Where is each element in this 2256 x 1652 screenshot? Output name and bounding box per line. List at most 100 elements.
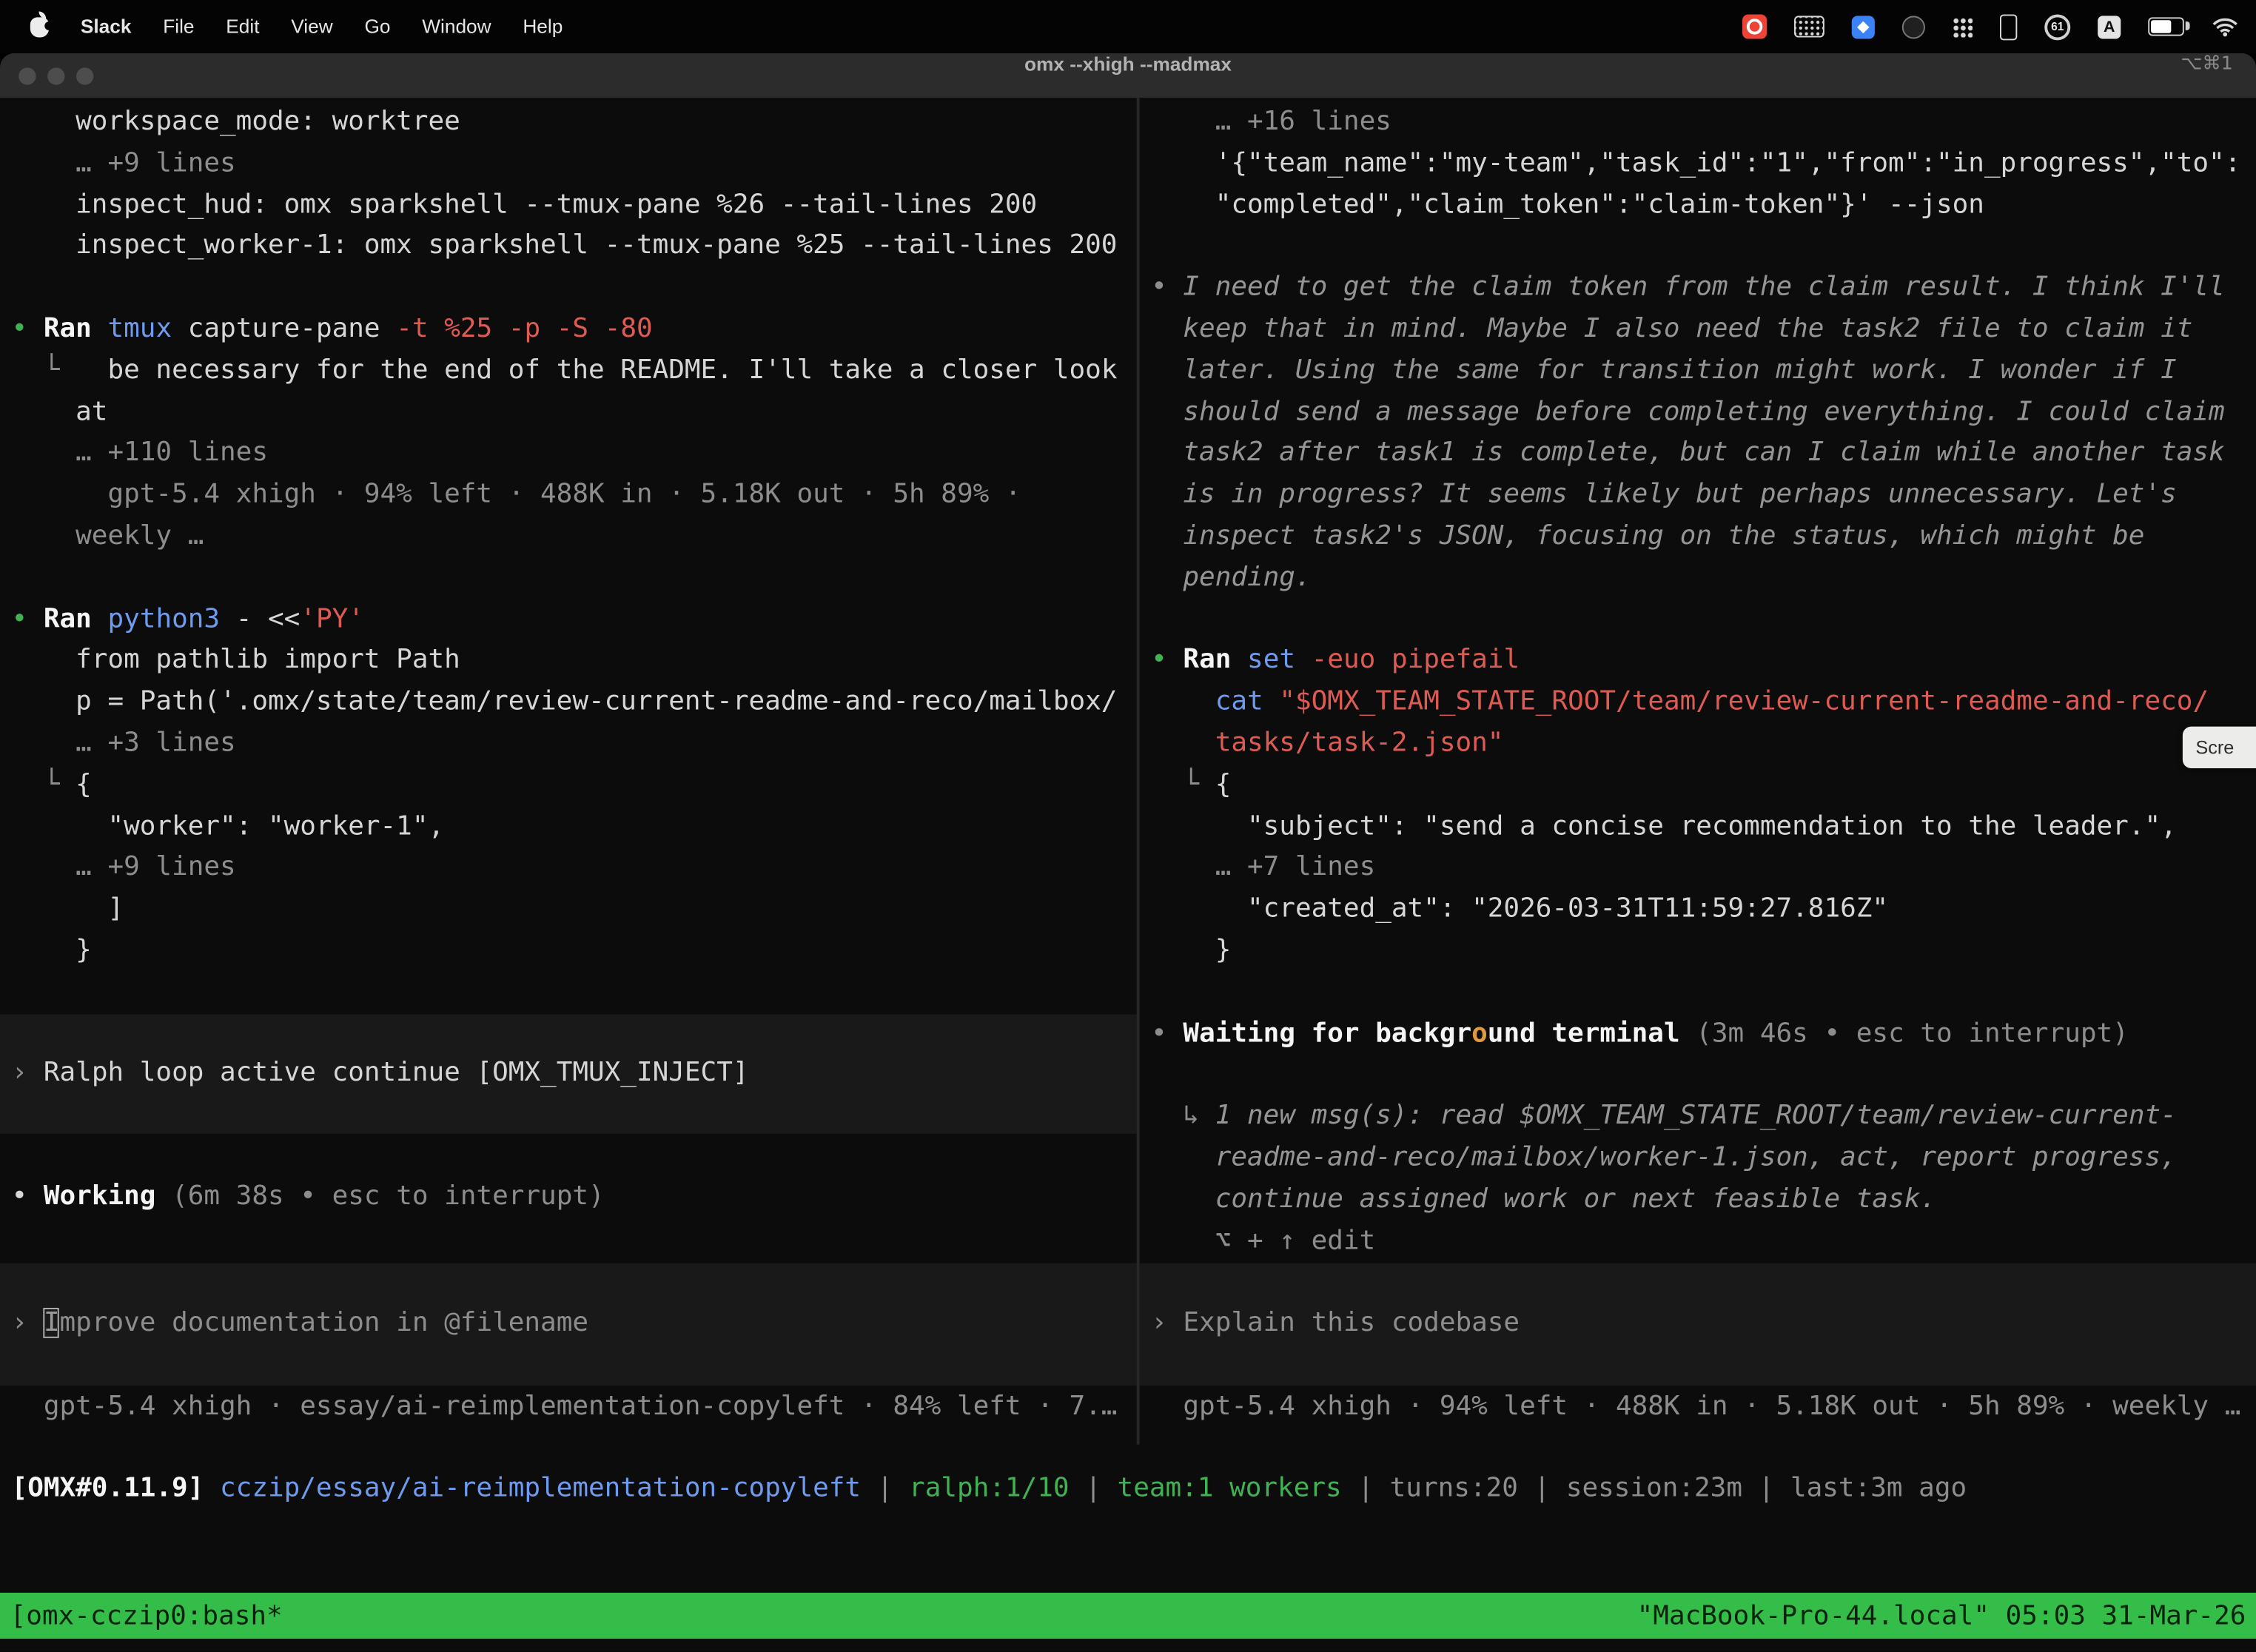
left-prompt-input[interactable]: › Improve documentation in @filename bbox=[0, 1263, 1137, 1386]
terminal-line: should send a message before completing … bbox=[1151, 392, 2255, 434]
text-segment: I bbox=[44, 1308, 60, 1338]
text-segment: "worker": "worker-1", bbox=[12, 810, 445, 841]
text-segment: … +110 lines bbox=[12, 438, 268, 469]
right-terminal-pane[interactable]: … +16 lines '{"team_name":"my-team","tas… bbox=[1140, 98, 2256, 1444]
terminal-line: gpt-5.4 xhigh · 94% left · 488K in · 5.1… bbox=[12, 475, 1135, 517]
text-segment: gpt-5.4 xhigh · 94% left · 488K in · 5.1… bbox=[12, 480, 1021, 510]
apps-grid-icon[interactable] bbox=[1953, 16, 1973, 36]
text-segment: … +9 lines bbox=[12, 148, 236, 178]
phone-mirroring-icon[interactable] bbox=[2000, 13, 2017, 39]
terminal-line: "worker": "worker-1", bbox=[12, 807, 1135, 848]
text-segment: '{"team_name":"my-team","task_id":"1","f… bbox=[1151, 148, 2240, 178]
terminal-line: inspect_worker-1: omx sparkshell --tmux-… bbox=[12, 226, 1135, 268]
text-segment: • bbox=[1151, 645, 1183, 676]
terminal-line: • Ran set -euo pipefail bbox=[1151, 641, 2255, 682]
terminal-line: later. Using the same for transition mig… bbox=[1151, 351, 2255, 392]
text-segment: ralph:1/10 bbox=[909, 1474, 1070, 1504]
text-segment: cat bbox=[1215, 687, 1280, 717]
text-segment: Ran bbox=[44, 604, 108, 634]
text-segment: } bbox=[12, 935, 92, 965]
text-segment: mprove documentation in @filename bbox=[60, 1308, 588, 1338]
menu-bar-left: Slack File Edit View Go Window Help bbox=[0, 16, 563, 37]
ralph-loop-banner-text: › Ralph loop active continue [OMX_TMUX_I… bbox=[12, 1053, 749, 1095]
terminal-line: ] bbox=[12, 890, 1135, 931]
terminal-line: … +3 lines bbox=[12, 724, 1135, 765]
text-segment: last:3m ago bbox=[1790, 1474, 1967, 1504]
text-segment: Waiting for backgr bbox=[1183, 1018, 1471, 1048]
text-segment: Working bbox=[44, 1181, 172, 1212]
text-segment: cczip/essay/ai-reimplementation-copyleft bbox=[220, 1474, 861, 1504]
text-segment: team:1 workers bbox=[1118, 1474, 1342, 1504]
text-segment: } bbox=[1151, 935, 1231, 965]
text-segment: "$OMX_TEAM_STATE_ROOT/team/review-curren… bbox=[1279, 687, 2209, 717]
text-segment: ↳ bbox=[1151, 1101, 1215, 1131]
right-prompt-input[interactable]: › Explain this codebase bbox=[1140, 1263, 2256, 1386]
menu-item-window[interactable]: Window bbox=[422, 16, 491, 37]
terminal-line: '{"team_name":"my-team","task_id":"1","f… bbox=[1151, 144, 2255, 185]
terminal-line: gpt-5.4 xhigh · 94% left · 488K in · 5.1… bbox=[1151, 1387, 2240, 1428]
keyboard-icon[interactable] bbox=[1794, 16, 1824, 37]
battery-icon[interactable] bbox=[2148, 17, 2184, 36]
tmux-session: workspace_mode: worktree … +9 lines insp… bbox=[0, 98, 2256, 1444]
text-segment: from pathlib import Path bbox=[12, 645, 460, 676]
text-segment: - << bbox=[236, 604, 301, 634]
omx-hud-status-line: [OMX#0.11.9] cczip/essay/ai-reimplementa… bbox=[12, 1469, 1967, 1511]
left-terminal-pane[interactable]: workspace_mode: worktree … +9 lines insp… bbox=[0, 98, 1137, 1444]
terminal-line: inspect_hud: omx sparkshell --tmux-pane … bbox=[12, 185, 1135, 226]
battery-gauge-icon[interactable]: 61 bbox=[2044, 13, 2070, 39]
text-segment: … +7 lines bbox=[1151, 852, 1375, 882]
terminal-line: cat "$OMX_TEAM_STATE_ROOT/team/review-cu… bbox=[1151, 682, 2255, 724]
menu-bar: Slack File Edit View Go Window Help 61 A bbox=[0, 0, 2256, 53]
terminal-line bbox=[12, 268, 1135, 309]
terminal-line: gpt-5.4 xhigh · essay/ai-reimplementatio… bbox=[12, 1387, 1118, 1428]
menu-item-file[interactable]: File bbox=[163, 16, 194, 37]
input-source-icon[interactable]: A bbox=[2098, 15, 2121, 38]
text-segment: I need to get the claim token from the c… bbox=[1183, 272, 2224, 303]
terminal-line: at bbox=[12, 392, 1135, 434]
terminal-line: • Ran tmux capture-pane -t %25 -p -S -80 bbox=[12, 309, 1135, 351]
terminal-line: workspace_mode: worktree bbox=[12, 102, 1135, 144]
screen-recording-stop-icon[interactable] bbox=[1742, 14, 1767, 38]
window-title-bar[interactable]: omx --xhigh --madmax ⌥⌘1 bbox=[0, 53, 2256, 99]
terminal-line: continue assigned work or next feasible … bbox=[1151, 1179, 2255, 1220]
dark-app-icon[interactable] bbox=[1902, 15, 1925, 38]
terminal-line: › Explain this codebase bbox=[1151, 1303, 1520, 1345]
record-dot-icon bbox=[1747, 19, 1762, 34]
text-segment: 'PY' bbox=[300, 604, 364, 634]
terminal-line: ↳ 1 new msg(s): read $OMX_TEAM_STATE_ROO… bbox=[1151, 1096, 2255, 1138]
terminal-line: … +9 lines bbox=[12, 144, 1135, 185]
menu-item-slack[interactable]: Slack bbox=[81, 16, 132, 37]
terminal-line bbox=[1151, 226, 2255, 268]
terminal-line: keep that in mind. Maybe I also need the… bbox=[1151, 309, 2255, 351]
text-segment: tmux bbox=[107, 314, 187, 344]
text-segment: set bbox=[1247, 645, 1312, 676]
screen-share-overlay[interactable]: Scre bbox=[2183, 727, 2256, 768]
terminal-line: } bbox=[1151, 931, 2255, 973]
apple-menu-icon[interactable] bbox=[30, 16, 49, 36]
terminal-line: › Improve documentation in @filename bbox=[12, 1303, 588, 1345]
terminal-line: from pathlib import Path bbox=[12, 641, 1135, 682]
terminal-line: • Ran python3 - <<'PY' bbox=[12, 600, 1135, 641]
menu-item-view[interactable]: View bbox=[291, 16, 332, 37]
text-segment: › bbox=[12, 1308, 44, 1338]
menu-item-help[interactable]: Help bbox=[523, 16, 563, 37]
blue-app-icon[interactable] bbox=[1852, 15, 1875, 38]
terminal-line bbox=[12, 558, 1135, 600]
text-segment: • bbox=[1151, 272, 1183, 303]
menu-item-go[interactable]: Go bbox=[364, 16, 390, 37]
terminal-line: └ { bbox=[12, 765, 1135, 807]
menu-item-edit[interactable]: Edit bbox=[226, 16, 259, 37]
menu-bar-status-icons: 61 A bbox=[1742, 13, 2239, 39]
ralph-loop-banner: › Ralph loop active continue [OMX_TMUX_I… bbox=[0, 1014, 1137, 1133]
text-segment: … +9 lines bbox=[12, 852, 236, 882]
terminal-line: … +9 lines bbox=[12, 848, 1135, 890]
window-shortcut-badge: ⌥⌘1 bbox=[2181, 53, 2232, 75]
terminal-line: └ be necessary for the end of the README… bbox=[12, 351, 1135, 392]
text-segment: session:23m bbox=[1566, 1474, 1742, 1504]
text-segment: | bbox=[1518, 1474, 1566, 1504]
terminal-line: "completed","claim_token":"claim-token"}… bbox=[1151, 185, 2255, 226]
tmux-session-window-label: [omx-cczip0:bash* bbox=[10, 1601, 283, 1631]
text-segment: | bbox=[861, 1474, 909, 1504]
wifi-icon[interactable] bbox=[2212, 16, 2239, 37]
text-segment: python3 bbox=[107, 604, 235, 634]
